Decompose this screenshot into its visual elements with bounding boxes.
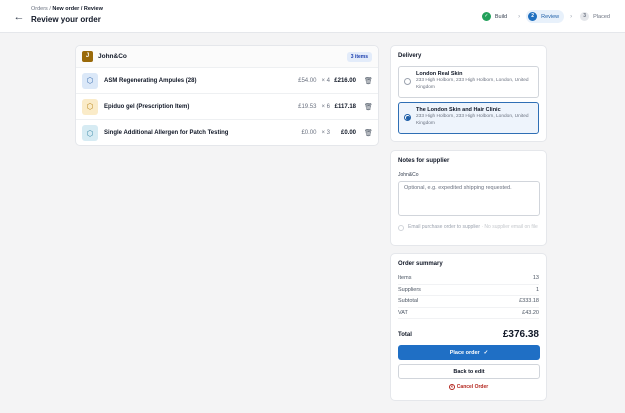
step-placed: 3 Placed xyxy=(578,10,615,23)
list-item: ⬡ ASM Regenerating Ampules (28) £54.00 ×… xyxy=(76,68,378,94)
supplier-header: J John&Co 3 items xyxy=(76,46,378,68)
delivery-title: Delivery xyxy=(398,53,422,59)
address-line: 233 High Holborn, 233 High Holborn, Lond… xyxy=(416,78,529,90)
check-icon: ✓ xyxy=(481,12,491,21)
list-item: ⬡ Epiduo gel (Prescription Item) £19.53 … xyxy=(76,94,378,120)
step-number: 2 xyxy=(528,12,538,21)
summary-value: £43.20 xyxy=(522,309,539,316)
item-name: Epiduo gel (Prescription Item) xyxy=(104,103,190,110)
step-label: Review xyxy=(541,13,560,20)
top-bar: ← Orders / New order / Review Review you… xyxy=(0,0,625,33)
chevron-right-icon: › xyxy=(518,13,521,20)
step-review: 2 Review xyxy=(526,10,565,23)
delivery-option-london-real-skin[interactable]: London Real Skin 233 High Holborn, 233 H… xyxy=(398,66,539,98)
summary-label: Suppliers xyxy=(398,286,421,293)
order-steps: ✓ Build › 2 Review › 3 Placed xyxy=(480,10,615,23)
chevron-right-icon: › xyxy=(570,13,573,20)
item-quantity: × 6 xyxy=(321,103,330,110)
email-po-option: Email purchase order to supplier · No su… xyxy=(398,224,539,231)
item-price: £54.00 xyxy=(298,77,317,84)
item-total: £0.00 xyxy=(340,130,356,136)
cancel-order-label: Cancel Order xyxy=(456,384,489,390)
email-po-label: Email purchase order to supplier xyxy=(408,224,480,230)
notes-title: Notes for supplier xyxy=(398,158,450,164)
delivery-card: Delivery London Real Skin 233 High Holbo… xyxy=(390,45,547,142)
box-icon: ⬡ xyxy=(82,125,98,141)
page-title: Review your order xyxy=(31,15,101,24)
total-label: Total xyxy=(398,331,412,338)
supplier-name: John&Co xyxy=(98,53,127,60)
box-icon: ⬡ xyxy=(82,72,98,89)
email-po-hint: · No supplier email on file xyxy=(479,224,538,230)
radio-button[interactable] xyxy=(404,114,411,121)
trash-icon[interactable]: 🗑 xyxy=(364,77,373,85)
item-name: Single Additional Allergen for Patch Tes… xyxy=(104,130,229,136)
step-number: 3 xyxy=(580,12,590,21)
summary-value: 13 xyxy=(532,275,539,282)
place-order-button[interactable]: Place order ✓ xyxy=(398,345,540,360)
address-name: London Real Skin xyxy=(416,71,463,77)
summary-label: Items xyxy=(398,275,412,282)
breadcrumb: Orders / New order / Review xyxy=(31,6,103,12)
supplier-items-card: J John&Co 3 items ⬡ ASM Regenerating Amp… xyxy=(75,45,379,146)
back-to-edit-button[interactable]: Back to edit xyxy=(398,364,540,379)
radio-button[interactable] xyxy=(404,78,411,85)
close-circle-icon: × xyxy=(448,384,455,390)
place-order-label: Place order xyxy=(449,349,480,356)
summary-row-items: Items 13 xyxy=(398,273,539,285)
summary-row-suppliers: Suppliers 1 xyxy=(398,285,539,296)
summary-value: 1 xyxy=(535,286,539,293)
email-po-checkbox xyxy=(398,224,404,231)
summary-total-row: Total £376.38 xyxy=(398,329,539,340)
breadcrumb-current: New order / Review xyxy=(52,6,103,12)
supplier-avatar: J xyxy=(82,51,93,62)
summary-label: VAT xyxy=(398,309,408,316)
breadcrumb-separator: / xyxy=(49,6,51,12)
item-total: £216.00 xyxy=(334,77,356,84)
list-item: ⬡ Single Additional Allergen for Patch T… xyxy=(76,120,378,146)
notes-card: Notes for supplier John&Co Email purchas… xyxy=(390,150,547,246)
breadcrumb-orders-link[interactable]: Orders xyxy=(31,6,48,12)
delivery-option-london-skin-hair-clinic[interactable]: The London Skin and Hair Clinic 233 High… xyxy=(398,102,539,134)
summary-row-subtotal: Subtotal £333.18 xyxy=(398,296,539,308)
trash-icon[interactable]: 🗑 xyxy=(364,103,373,111)
summary-row-vat: VAT £43.20 xyxy=(398,308,539,319)
arrow-left-icon[interactable]: ← xyxy=(12,10,26,24)
address-line: 233 High Holborn, 233 High Holborn, Lond… xyxy=(416,114,529,126)
item-count-badge: 3 items xyxy=(346,51,372,62)
step-label: Placed xyxy=(593,13,610,20)
item-name: ASM Regenerating Ampules (28) xyxy=(104,77,197,84)
summary-value: £333.18 xyxy=(519,298,539,305)
summary-title: Order summary xyxy=(398,261,443,267)
check-icon: ✓ xyxy=(483,349,489,356)
item-quantity: × 3 xyxy=(321,130,330,136)
step-build: ✓ Build xyxy=(480,10,512,23)
order-summary-card: Order summary Items 13 Suppliers 1 Subto… xyxy=(390,253,547,401)
cancel-order-link[interactable]: × Cancel Order xyxy=(398,384,539,390)
address-name: The London Skin and Hair Clinic xyxy=(416,107,501,113)
summary-label: Subtotal xyxy=(398,298,419,305)
notes-supplier-label: John&Co xyxy=(398,172,419,178)
item-total: £117.18 xyxy=(334,103,356,110)
box-icon: ⬡ xyxy=(82,98,98,115)
total-value: £376.38 xyxy=(502,329,539,340)
notes-textarea[interactable] xyxy=(398,181,540,216)
trash-icon[interactable]: 🗑 xyxy=(364,129,373,137)
item-price: £0.00 xyxy=(301,130,317,136)
step-label: Build xyxy=(494,13,508,20)
item-price: £19.53 xyxy=(298,103,317,110)
item-quantity: × 4 xyxy=(321,77,330,84)
